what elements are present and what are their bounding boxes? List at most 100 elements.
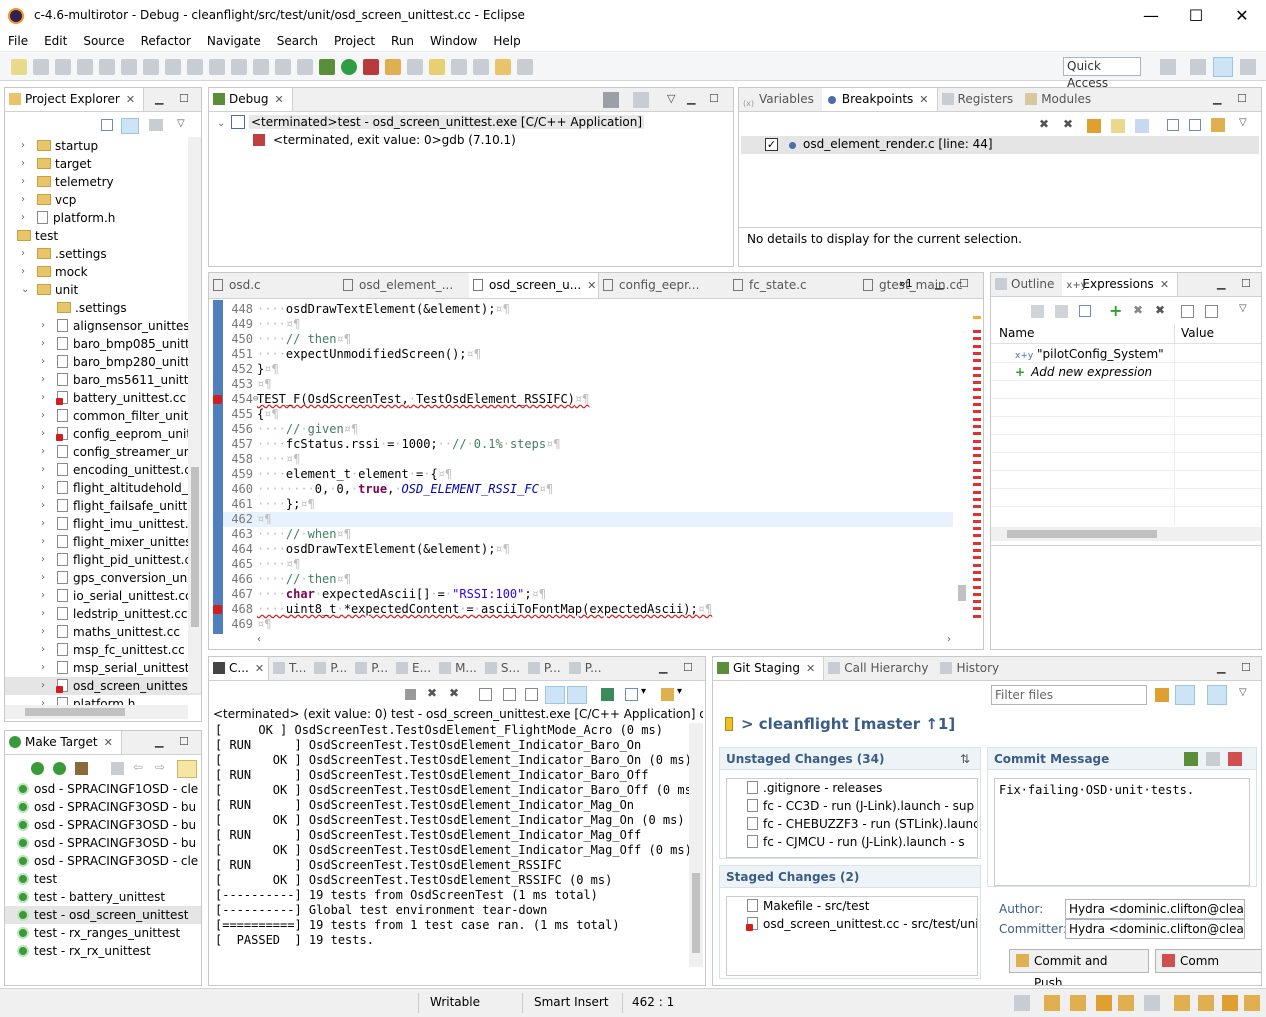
- expand-arrow-icon[interactable]: ›: [41, 353, 53, 371]
- search-icon[interactable]: [407, 59, 423, 75]
- tree-item[interactable]: › gps_conversion_unitt: [5, 569, 201, 587]
- console-tab[interactable]: P...: [524, 657, 565, 680]
- tree-item[interactable]: › baro_bmp085_unittes: [5, 335, 201, 353]
- console-tab[interactable]: M...: [435, 657, 481, 680]
- breakpoint-item[interactable]: ✓ osd_element_render.c [line: 44]: [741, 136, 1259, 154]
- pin-icon[interactable]: [1205, 305, 1218, 318]
- menu-project[interactable]: Project: [326, 32, 383, 51]
- git-file-item[interactable]: fc - CJMCU - run (J-Link).launch - s: [727, 833, 977, 851]
- spell-check-icon[interactable]: [1184, 752, 1198, 766]
- tree-item[interactable]: › .settings: [5, 245, 201, 263]
- code-line[interactable]: 460 ········0,·0,·true,·OSD_ELEMENT_RSSI_…: [223, 482, 953, 497]
- terminate-icon[interactable]: [165, 59, 181, 75]
- add-target-icon[interactable]: [53, 762, 66, 775]
- maximize-button[interactable]: ☐: [1173, 0, 1219, 32]
- tree-item[interactable]: › common_filter_unitte: [5, 407, 201, 425]
- staged-title[interactable]: Staged Changes (2): [720, 866, 980, 888]
- remove-breakpoint-icon[interactable]: ✖: [1039, 117, 1049, 131]
- overview-marker[interactable]: [973, 527, 981, 531]
- tree-item[interactable]: › battery_unittest.cc: [5, 389, 201, 407]
- debug-perspective-icon[interactable]: [1213, 57, 1233, 77]
- collapse-all-icon[interactable]: [1079, 305, 1091, 317]
- remove-terminated-icon[interactable]: [603, 92, 619, 108]
- filter-files-input[interactable]: Filter files: [991, 685, 1147, 705]
- filter-icon[interactable]: [149, 119, 163, 131]
- tree-item[interactable]: › vcp: [5, 191, 201, 209]
- console-tab[interactable]: S...: [481, 657, 524, 680]
- forward-icon[interactable]: ⇨: [155, 760, 165, 774]
- code-line[interactable]: 465 ····¤¶: [223, 557, 953, 572]
- close-button[interactable]: ✕: [1219, 0, 1265, 32]
- editor-tab[interactable]: fc_state.c: [729, 273, 859, 298]
- overview-warning-marker[interactable]: [973, 316, 981, 319]
- make-target-item[interactable]: osd - SPRACINGF1OSD - cle: [5, 780, 201, 798]
- close-icon[interactable]: ✕: [1160, 278, 1169, 291]
- scrollbar-vertical[interactable]: [955, 300, 969, 634]
- editor-tab[interactable]: osd_element_...: [339, 273, 469, 298]
- overview-marker[interactable]: [973, 476, 981, 479]
- column-value[interactable]: Value: [1181, 326, 1214, 340]
- code-line[interactable]: 467 ····char·expectedAscii[]·=·"RSSI:100"…: [223, 587, 953, 602]
- dropdown-icon[interactable]: ▾: [641, 686, 646, 697]
- build-target-icon[interactable]: [31, 762, 44, 775]
- tree-item[interactable]: › config_eeprom_unitte: [5, 425, 201, 443]
- expand-arrow-icon[interactable]: ›: [41, 641, 53, 659]
- word-wrap-icon[interactable]: [525, 688, 538, 701]
- minimize-icon[interactable]: ▁: [1217, 661, 1225, 674]
- expand-all-icon[interactable]: [1167, 119, 1179, 131]
- tree-item[interactable]: › mock: [5, 263, 201, 281]
- view-menu-icon[interactable]: ▽: [177, 118, 185, 129]
- menu-search[interactable]: Search: [269, 32, 326, 51]
- close-icon[interactable]: ✕: [274, 93, 283, 106]
- open-perspective-icon[interactable]: [1160, 59, 1176, 75]
- code-line[interactable]: 469 ¤¶: [223, 617, 953, 632]
- expand-arrow-icon[interactable]: ›: [41, 497, 53, 515]
- tree-item[interactable]: › maths_unittest.cc: [5, 623, 201, 641]
- expand-arrow-icon[interactable]: ›: [41, 317, 53, 335]
- quick-access-field[interactable]: Quick Access: [1063, 57, 1141, 90]
- overview-marker[interactable]: [973, 373, 981, 377]
- remove-expression-icon[interactable]: ✖: [1133, 303, 1143, 317]
- tasks-trim-icon[interactable]: [1070, 995, 1086, 1011]
- git-file-item[interactable]: osd_screen_unittest.cc - src/test/unit: [727, 915, 977, 933]
- overview-marker[interactable]: [973, 534, 981, 538]
- debug-launch-node[interactable]: ⌄ <terminated>test - osd_screen_unittest.…: [217, 115, 645, 133]
- debug-icon[interactable]: [319, 59, 335, 75]
- tree-item[interactable]: › flight_altitudehold_ur: [5, 479, 201, 497]
- run-icon[interactable]: [341, 59, 357, 75]
- goto-file-icon[interactable]: [1111, 119, 1125, 133]
- overview-marker[interactable]: [973, 549, 981, 552]
- back-icon[interactable]: [495, 59, 511, 75]
- code-line[interactable]: 456 ····//·given¤¶: [223, 422, 953, 437]
- make-target-item[interactable]: test - battery_unittest: [5, 888, 201, 906]
- close-icon[interactable]: ✕: [806, 662, 815, 675]
- show-supported-icon[interactable]: [1087, 119, 1101, 133]
- make-target-item[interactable]: test - rx_rx_unittest: [5, 942, 201, 960]
- tree-item[interactable]: › baro_ms5611_unittest: [5, 371, 201, 389]
- close-icon[interactable]: ✕: [104, 736, 113, 749]
- progress-trim-icon[interactable]: [1118, 995, 1134, 1011]
- overview-marker[interactable]: [973, 403, 981, 406]
- tab-breakpoints[interactable]: Breakpoints ✕: [821, 88, 938, 111]
- expand-arrow-icon[interactable]: ›: [41, 659, 53, 677]
- minimize-icon[interactable]: ▁: [155, 735, 163, 748]
- tree-item[interactable]: › flight_imu_unittest.cc: [5, 515, 201, 533]
- expand-arrow-icon[interactable]: ›: [41, 443, 53, 461]
- author-input[interactable]: Hydra <dominic.clifton@cleanflig: [1065, 899, 1245, 919]
- commit-and-push-button[interactable]: Commit and Push...: [1009, 949, 1149, 985]
- console-tab[interactable]: C... ✕: [209, 657, 270, 680]
- tree-item[interactable]: › platform.h: [5, 209, 201, 227]
- commit-button[interactable]: Comm: [1155, 949, 1261, 973]
- expand-arrow-icon[interactable]: ›: [41, 335, 53, 353]
- tree-item[interactable]: test: [5, 227, 201, 245]
- overview-marker[interactable]: [973, 337, 981, 341]
- expand-arrow-icon[interactable]: ›: [21, 263, 33, 281]
- code-line[interactable]: 464 ····osdDrawTextElement(&element);¤¶: [223, 542, 953, 557]
- hide-empty-folders-icon[interactable]: [177, 760, 197, 778]
- problems-trim-icon[interactable]: [1096, 995, 1112, 1011]
- open-type-icon[interactable]: [385, 59, 401, 75]
- code-line[interactable]: 454 ⊖ TEST_F(OsdScreenTest,·TestOsdElement…: [213, 392, 953, 407]
- overview-marker[interactable]: [973, 592, 981, 596]
- view-menu-icon[interactable]: ▽: [1239, 303, 1247, 314]
- instruction-step-icon[interactable]: [297, 59, 313, 75]
